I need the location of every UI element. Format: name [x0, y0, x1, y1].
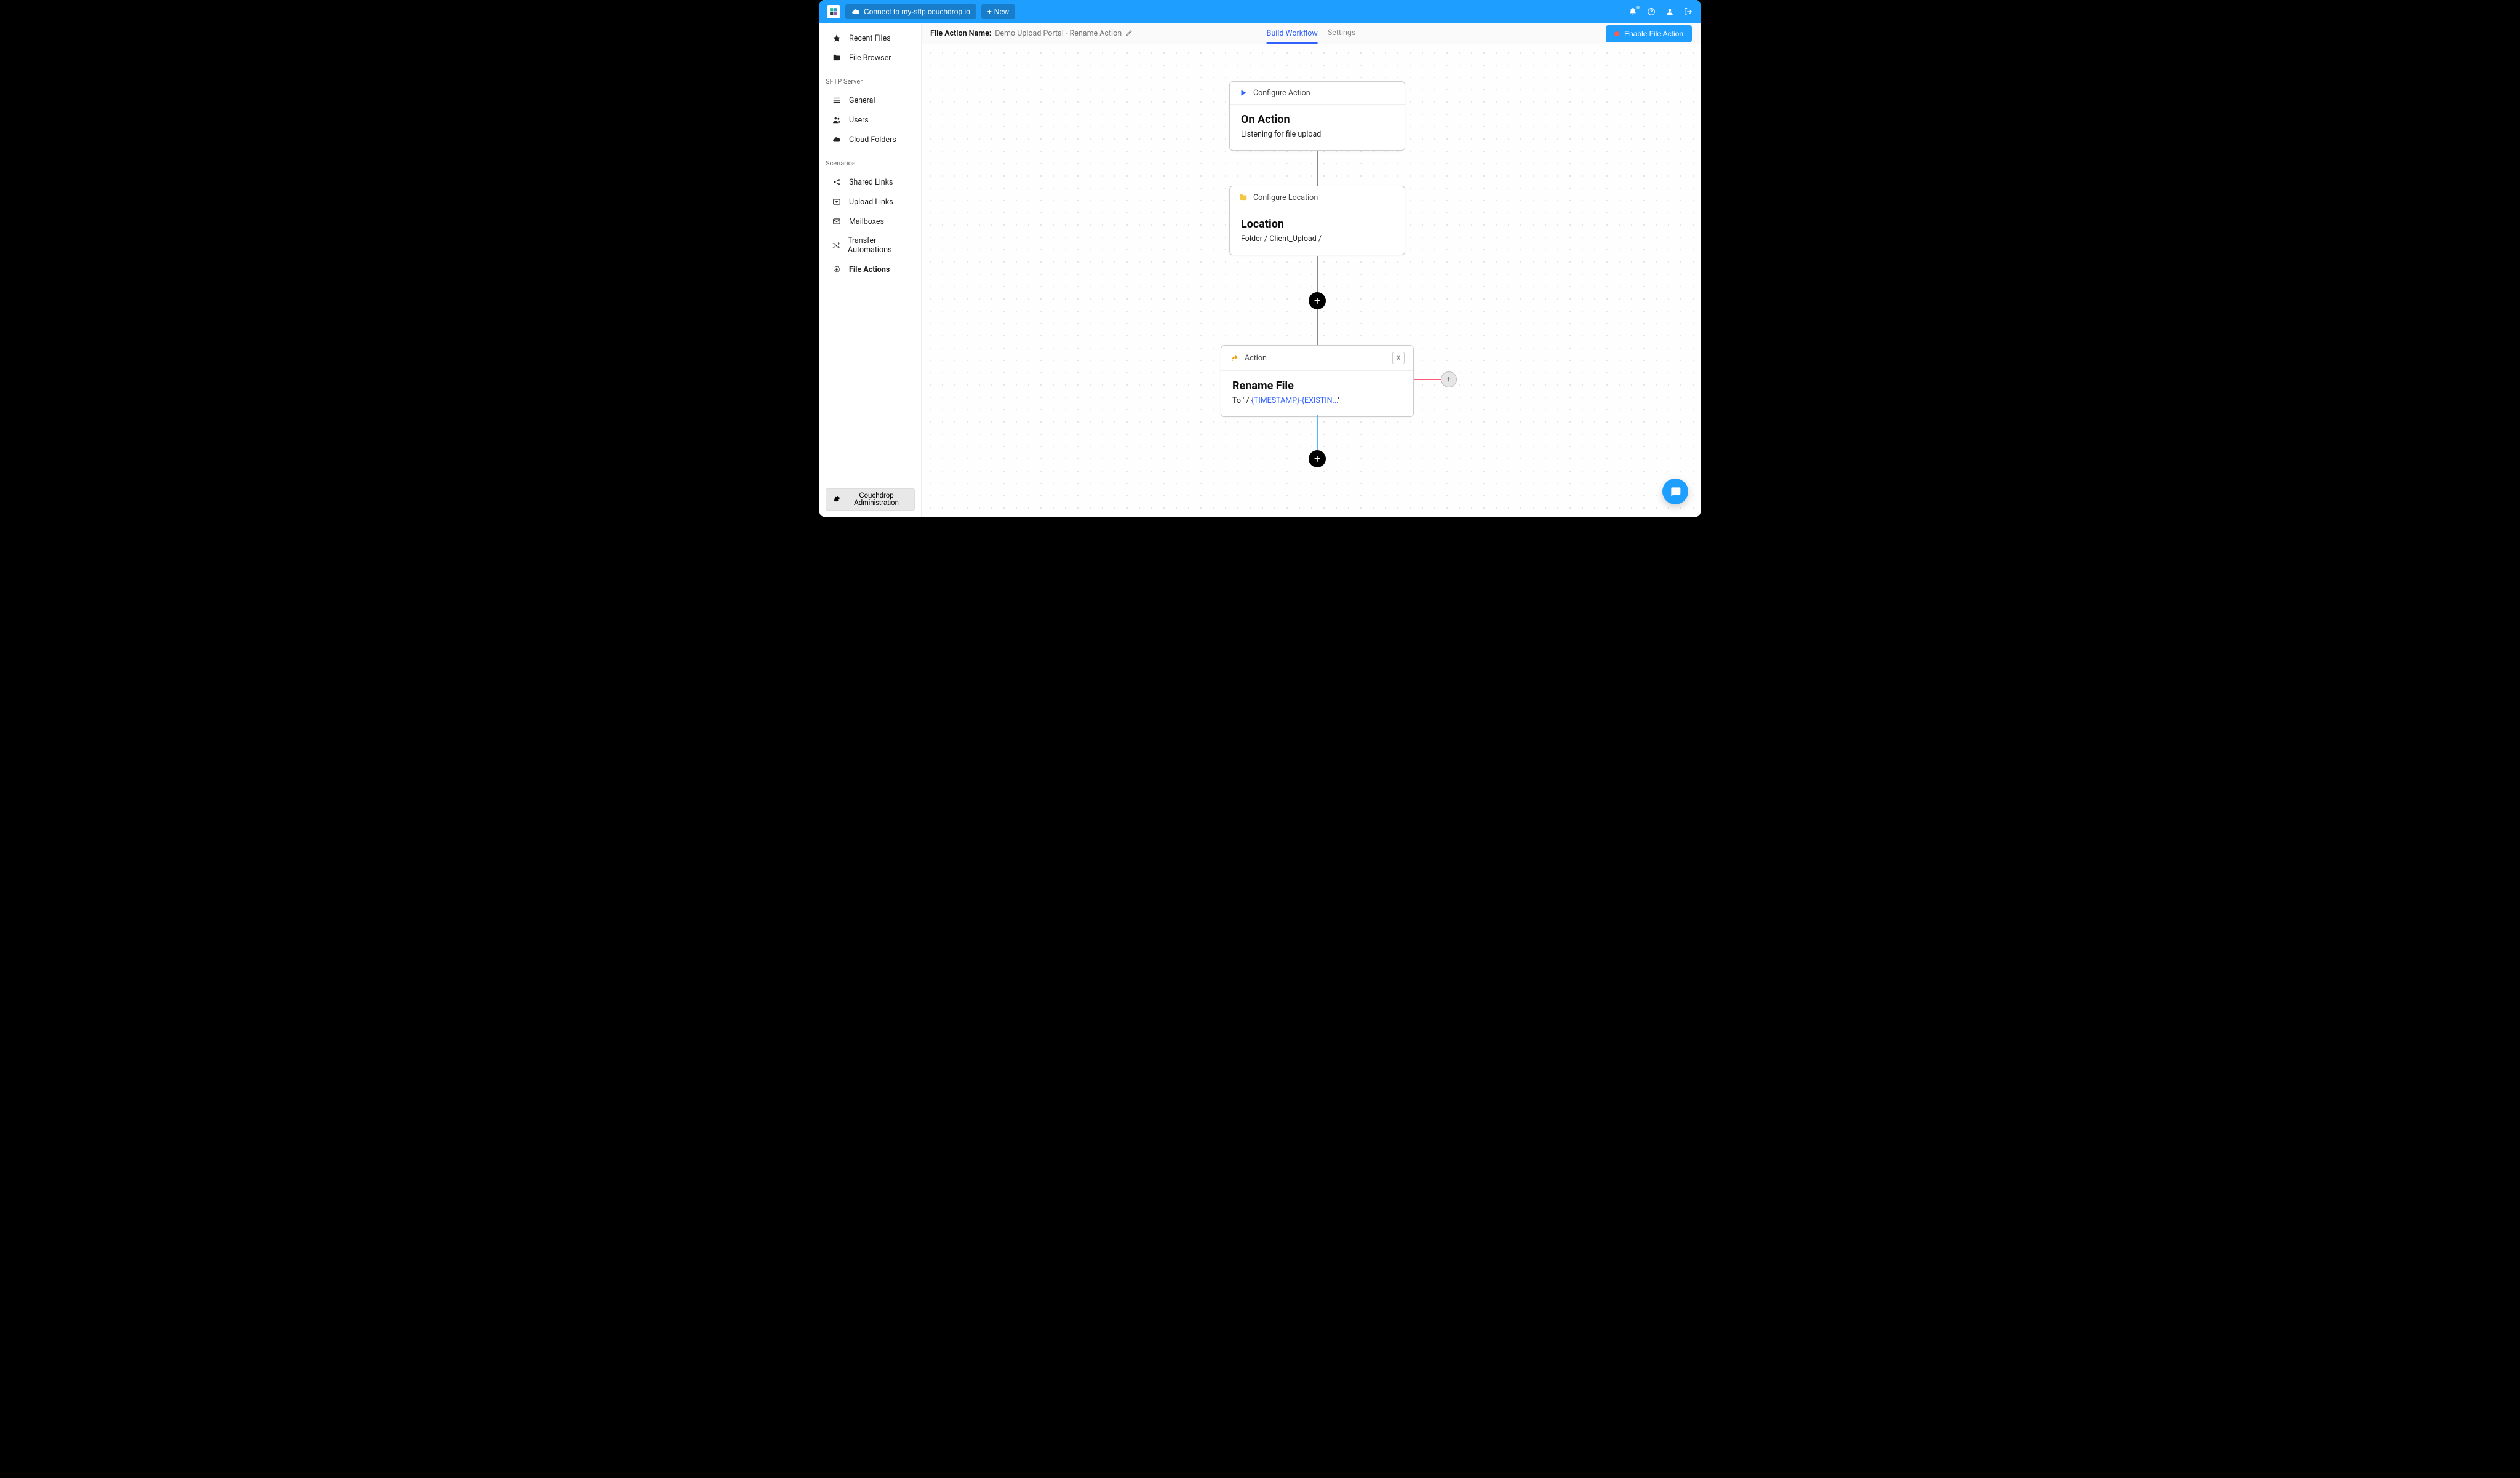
- status-dot-icon: [1614, 31, 1619, 36]
- sidebar-item-mailboxes[interactable]: Mailboxes: [826, 212, 915, 231]
- sidebar-item-recent-files[interactable]: Recent Files: [826, 28, 915, 48]
- add-branch-button[interactable]: +: [1441, 371, 1457, 387]
- share-icon: [832, 177, 842, 187]
- gear-icon: [832, 495, 841, 505]
- sidebar-item-users[interactable]: Users: [826, 110, 915, 130]
- sidebar-item-label: File Actions: [849, 265, 890, 274]
- users-icon: [832, 115, 842, 125]
- add-step-button[interactable]: +: [1309, 292, 1326, 309]
- sidebar-item-transfer-automations[interactable]: Transfer Automations: [826, 231, 915, 260]
- sidebar-item-label: File Browser: [849, 54, 891, 63]
- sidebar-item-file-actions[interactable]: File Actions: [826, 260, 915, 279]
- app-logo[interactable]: [827, 5, 840, 18]
- add-step-button[interactable]: +: [1309, 450, 1326, 467]
- sidebar-item-cloud-folders[interactable]: Cloud Folders: [826, 130, 915, 149]
- topbar: Connect to my-sftp.couchdrop.io + New: [819, 0, 1701, 23]
- tab-build-workflow[interactable]: Build Workflow: [1267, 24, 1318, 44]
- file-action-name-value: Demo Upload Portal - Rename Action: [995, 29, 1122, 38]
- bars-icon: [832, 95, 842, 105]
- node-header: Configure Action: [1230, 82, 1405, 105]
- node-action[interactable]: Action X Rename File To ' / {TIMESTAMP}-…: [1221, 345, 1414, 417]
- node-header-label: Configure Location: [1253, 193, 1318, 202]
- sidebar-item-label: Users: [849, 116, 869, 125]
- sidebar-item-label: Upload Links: [849, 197, 893, 207]
- node-configure-location[interactable]: Configure Location Location Folder / Cli…: [1229, 186, 1405, 255]
- user-icon[interactable]: [1665, 7, 1675, 17]
- sidebar-item-label: Recent Files: [849, 34, 891, 43]
- edit-icon[interactable]: [1125, 28, 1134, 39]
- sidebar-item-general[interactable]: General: [826, 90, 915, 110]
- admin-button[interactable]: Couchdrop Administration: [826, 488, 915, 511]
- node-configure-action[interactable]: Configure Action On Action Listening for…: [1229, 81, 1405, 151]
- node-header-label: Configure Action: [1253, 89, 1310, 98]
- sidebar-heading-scenarios: Scenarios: [819, 152, 921, 172]
- connector-line: [1414, 379, 1441, 380]
- file-action-name: File Action Name: Demo Upload Portal - R…: [930, 28, 1134, 39]
- chat-fab[interactable]: [1662, 479, 1688, 504]
- notifications-icon[interactable]: [1628, 7, 1638, 17]
- play-icon: [1238, 88, 1248, 98]
- connector-line: [1317, 415, 1318, 450]
- subtabs: Build Workflow Settings: [1267, 23, 1356, 44]
- subheader: File Action Name: Demo Upload Portal - R…: [922, 23, 1701, 44]
- sidebar-item-file-browser[interactable]: File Browser: [826, 48, 915, 68]
- sidebar-item-upload-links[interactable]: Upload Links: [826, 192, 915, 212]
- logout-icon[interactable]: [1683, 7, 1693, 17]
- node-title: On Action: [1241, 113, 1394, 126]
- connector-line: [1317, 151, 1318, 186]
- node-subtitle: Folder / Client_Upload /: [1241, 234, 1394, 244]
- cloud-icon: [832, 135, 842, 145]
- new-label: New: [994, 7, 1009, 16]
- node-subtitle: To ' / {TIMESTAMP}-{EXISTIN...': [1232, 396, 1402, 405]
- node-title: Location: [1241, 218, 1394, 231]
- workflow-canvas[interactable]: Configure Action On Action Listening for…: [922, 44, 1701, 517]
- tab-settings[interactable]: Settings: [1328, 23, 1356, 44]
- sidebar-item-label: Mailboxes: [849, 217, 884, 226]
- rocket-icon: [1230, 353, 1240, 363]
- shuffle-icon: [832, 240, 840, 250]
- node-header: Action X: [1221, 346, 1413, 371]
- file-action-name-label: File Action Name:: [930, 29, 991, 38]
- enable-label: Enable File Action: [1624, 30, 1683, 38]
- main: File Action Name: Demo Upload Portal - R…: [922, 23, 1701, 517]
- enable-file-action-button[interactable]: Enable File Action: [1606, 25, 1692, 42]
- node-title: Rename File: [1232, 379, 1402, 392]
- plus-icon: +: [987, 7, 992, 16]
- upload-icon: [832, 197, 842, 207]
- node-close-button[interactable]: X: [1392, 352, 1405, 364]
- folder-icon: [1238, 193, 1248, 202]
- new-button[interactable]: + New: [981, 4, 1015, 19]
- mail-icon: [832, 217, 842, 226]
- node-header-label: Action: [1245, 354, 1267, 363]
- connect-label: Connect to my-sftp.couchdrop.io: [864, 7, 970, 16]
- folder-icon: [832, 53, 842, 63]
- sidebar-item-label: General: [849, 96, 875, 105]
- connector-line: [1317, 309, 1318, 345]
- node-header: Configure Location: [1230, 186, 1405, 209]
- sidebar: Recent Files File Browser SFTP Server Ge…: [819, 23, 922, 517]
- gear-icon: [832, 264, 842, 274]
- admin-label: Couchdrop Administration: [845, 492, 908, 507]
- sidebar-item-label: Shared Links: [849, 178, 893, 187]
- connector-line: [1317, 256, 1318, 292]
- sidebar-item-shared-links[interactable]: Shared Links: [826, 172, 915, 192]
- sidebar-item-label: Transfer Automations: [848, 236, 909, 255]
- node-subtitle: Listening for file upload: [1241, 130, 1394, 139]
- sidebar-item-label: Cloud Folders: [849, 135, 896, 145]
- star-icon: [832, 33, 842, 43]
- sidebar-heading-sftp: SFTP Server: [819, 70, 921, 90]
- connect-button[interactable]: Connect to my-sftp.couchdrop.io: [845, 4, 976, 19]
- help-icon[interactable]: [1646, 7, 1656, 17]
